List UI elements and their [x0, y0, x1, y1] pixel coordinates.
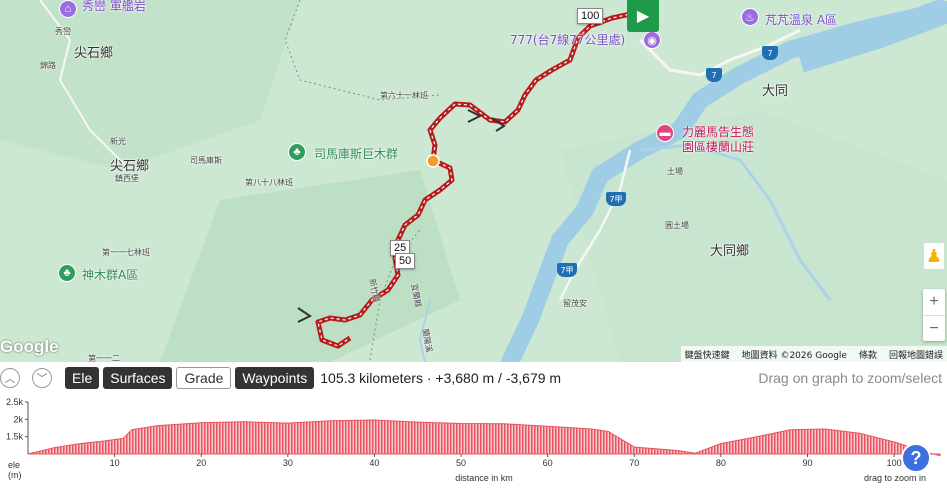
- highway-shield: 7: [762, 46, 778, 60]
- x-tick-label: 10: [110, 458, 120, 468]
- map-label: 留茂安: [563, 299, 587, 308]
- map-label: 土場: [667, 167, 683, 176]
- chevron-down-icon[interactable]: ﹀: [32, 368, 52, 388]
- highway-shield: 7甲: [557, 263, 577, 277]
- km-marker[interactable]: 100: [577, 8, 604, 24]
- elevation-chart[interactable]: 2.5k 2k 1.5k 10 20 30 40 50 60 70 80 90 100 ele (m) dis…: [0, 394, 947, 488]
- map-label: 新光: [110, 137, 126, 146]
- google-logo: Google: [0, 337, 59, 356]
- keyboard-shortcuts-link[interactable]: 鍵盤快速鍵: [685, 348, 730, 361]
- x-tick-label: 70: [629, 458, 639, 468]
- x-tick-label: 60: [543, 458, 553, 468]
- terms-link[interactable]: 條款: [859, 348, 877, 361]
- y-tick-label: 1.5k: [6, 432, 24, 442]
- map-label[interactable]: 777(台7線77公里處): [510, 31, 625, 48]
- tab-ele[interactable]: Ele: [65, 367, 100, 389]
- map-attribution: 鍵盤快速鍵 地圖資料 ©2026 Google 條款 回報地圖錯誤: [680, 346, 947, 362]
- map-label[interactable]: 芃芃溫泉 A區: [765, 11, 837, 28]
- zoom-control: + −: [923, 289, 945, 341]
- hot-spring-icon[interactable]: ♨: [741, 8, 759, 26]
- pegman-icon[interactable]: ♟: [924, 243, 944, 269]
- map-label: 圓土場: [665, 221, 689, 230]
- map-label[interactable]: 園區棲蘭山莊: [682, 138, 754, 155]
- x-axis-title: distance in km: [455, 473, 513, 483]
- map-label: 大同: [762, 84, 789, 99]
- map-label: 第六十一林班: [380, 91, 428, 100]
- help-button[interactable]: ?: [901, 443, 931, 473]
- report-error-link[interactable]: 回報地圖錯誤: [889, 348, 943, 361]
- map-label: 第一一七林班: [102, 248, 150, 257]
- map-label: 鎮西堡: [115, 174, 139, 183]
- y-tick-label: 2k: [13, 414, 23, 424]
- y-tick-label: 2.5k: [6, 397, 24, 407]
- map-data-text: 地圖資料 ©2026 Google: [741, 351, 847, 361]
- map-label[interactable]: 神木群A區: [82, 266, 138, 283]
- map-label: 尖石鄉: [74, 46, 114, 61]
- y-axis-title: ele: [8, 460, 20, 470]
- map-label: 第一一二: [88, 354, 120, 362]
- zoom-in-button[interactable]: +: [923, 289, 945, 315]
- map-label: 秀巒: [55, 27, 71, 36]
- map-label: 錦路: [40, 61, 56, 70]
- map-label[interactable]: 秀巒 軍艦岩: [82, 0, 146, 14]
- y-axis-unit: (m): [8, 470, 22, 480]
- route-stats: 105.3 kilometers · +3,680 m / -3,679 m: [320, 370, 562, 386]
- x-tick-label: 20: [196, 458, 206, 468]
- tree-icon[interactable]: ♣: [288, 143, 306, 161]
- map-label: 第八十八林班: [245, 178, 293, 187]
- highway-shield: 7: [706, 68, 722, 82]
- highway-shield: 7甲: [606, 192, 626, 206]
- map-view[interactable]: ⌂ ♣ ♣ ♨ ▬ ◉ 秀巒 軍艦岩 尖石鄉 尖石鄉 大同 大同鄉 司馬庫斯巨木…: [0, 0, 947, 362]
- start-marker-play-icon[interactable]: ▶: [627, 0, 659, 32]
- km-marker[interactable]: 50: [395, 253, 416, 269]
- x-tick-label: 30: [283, 458, 293, 468]
- x-tick-label: 100: [887, 458, 902, 468]
- map-label[interactable]: 司馬庫斯巨木群: [314, 145, 398, 162]
- drag-zoom-hint: drag to zoom in: [864, 473, 926, 483]
- lodging-icon[interactable]: ▬: [656, 124, 674, 142]
- map-label: 大同鄉: [710, 244, 750, 259]
- attraction-icon[interactable]: ⌂: [59, 0, 77, 18]
- elevation-profile[interactable]: [27, 419, 941, 457]
- zoom-hint: Drag on graph to zoom/select: [758, 370, 942, 386]
- x-tick-label: 80: [716, 458, 726, 468]
- x-tick-label: 90: [802, 458, 812, 468]
- map-terrain: [0, 0, 947, 362]
- x-tick-label: 50: [456, 458, 466, 468]
- x-tick-label: 40: [369, 458, 379, 468]
- tab-waypoints[interactable]: Waypoints: [235, 367, 315, 389]
- chevron-up-icon[interactable]: ︿: [0, 368, 20, 388]
- tab-surfaces[interactable]: Surfaces: [103, 367, 173, 389]
- tree-icon[interactable]: ♣: [58, 264, 76, 282]
- elevation-controls: ︿ ﹀ Ele Surfaces Grade Waypoints 105.3 k…: [0, 362, 947, 394]
- map-label: 尖石鄉: [110, 159, 150, 174]
- map-label: 司馬庫斯: [190, 156, 222, 165]
- tab-grade[interactable]: Grade: [176, 367, 232, 389]
- zoom-out-button[interactable]: −: [923, 315, 945, 341]
- camera-icon[interactable]: ◉: [643, 31, 661, 49]
